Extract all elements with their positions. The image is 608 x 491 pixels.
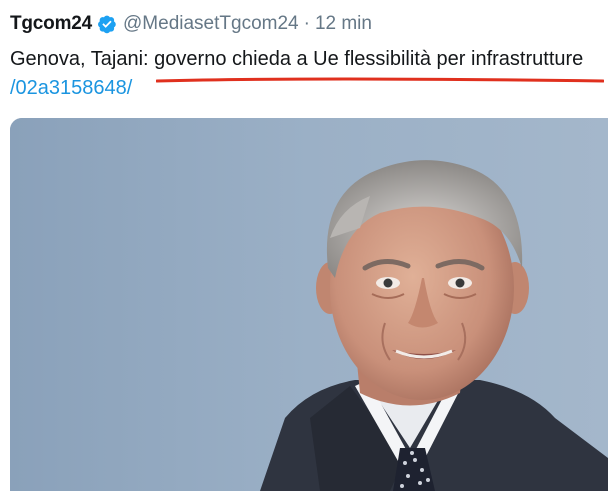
tweet-text: Genova, Tajani: governo chieda a Ue fles… bbox=[10, 47, 583, 71]
header-separator: · bbox=[303, 13, 310, 34]
tweet-text-prefix: Genova, Tajani: bbox=[10, 48, 155, 70]
tweet-timestamp[interactable]: 12 min bbox=[315, 13, 372, 35]
portrait-photo bbox=[10, 118, 608, 491]
verified-badge-icon bbox=[97, 14, 117, 34]
author-name[interactable]: Tgcom24 bbox=[10, 13, 92, 35]
tweet-photo[interactable] bbox=[10, 118, 608, 491]
tweet-text-highlighted: governo chieda a Ue flessibilità per inf… bbox=[154, 48, 584, 70]
red-underline-annotation bbox=[156, 77, 604, 83]
author-handle[interactable]: @MediasetTgcom24 bbox=[123, 13, 299, 35]
tweet-header: Tgcom24 @MediasetTgcom24 · 12 min bbox=[10, 12, 372, 36]
tweet-link[interactable]: /02a3158648/ bbox=[10, 76, 132, 100]
